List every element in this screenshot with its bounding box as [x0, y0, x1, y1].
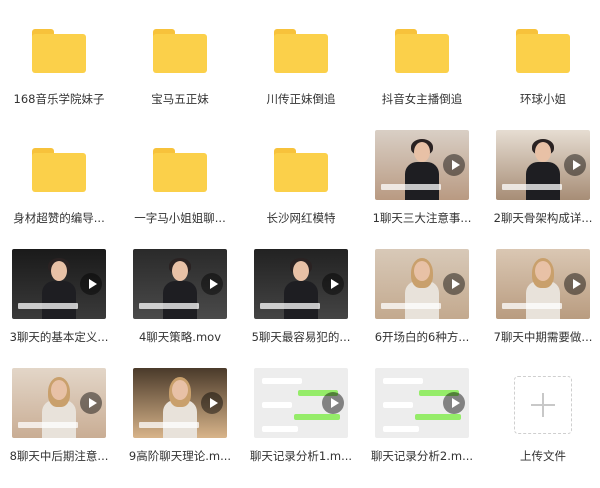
file-name: 2聊天骨架构成详...: [493, 211, 593, 225]
play-icon: [201, 273, 223, 295]
file-thumbnail: [371, 128, 473, 202]
play-icon: [564, 154, 586, 176]
video-thumbnail: [254, 249, 348, 319]
file-thumbnail: [371, 366, 473, 440]
file-name: 一字马小姐姐聊...: [134, 211, 226, 225]
play-icon: [564, 273, 586, 295]
play-icon: [80, 273, 102, 295]
file-item[interactable]: 6开场白的6种方...: [363, 238, 481, 356]
file-item[interactable]: 长沙网红模特: [242, 119, 360, 237]
file-thumbnail: [129, 366, 231, 440]
video-thumbnail: [375, 249, 469, 319]
file-thumbnail: [8, 366, 110, 440]
file-name: 168音乐学院妹子: [13, 92, 105, 106]
file-name: 9高阶聊天理论.m...: [128, 449, 232, 463]
folder-icon: [395, 29, 449, 73]
file-thumbnail: [492, 366, 594, 440]
file-thumbnail: [8, 128, 110, 202]
file-thumbnail: [129, 247, 231, 321]
file-name: 3聊天的基本定义...: [9, 330, 109, 344]
file-name: 5聊天最容易犯的...: [251, 330, 351, 344]
video-thumbnail: [133, 368, 227, 438]
video-thumbnail: [375, 130, 469, 200]
file-item[interactable]: 环球小姐: [484, 0, 600, 118]
play-icon: [80, 392, 102, 414]
file-item[interactable]: 5聊天最容易犯的...: [242, 238, 360, 356]
file-item[interactable]: 抖音女主播倒追: [363, 0, 481, 118]
chat-record-thumbnail: [375, 368, 469, 438]
file-thumbnail: [371, 9, 473, 83]
file-thumbnail: [250, 9, 352, 83]
file-thumbnail: [492, 128, 594, 202]
play-icon: [201, 392, 223, 414]
upload-label: 上传文件: [520, 449, 566, 463]
play-icon: [443, 392, 465, 414]
file-grid: 168音乐学院妹子 宝马五正妹 川传正妹倒追 抖音女主播倒追 环球小姐身材超赞的编导..…: [0, 0, 600, 488]
file-item[interactable]: 2聊天骨架构成详...: [484, 119, 600, 237]
video-thumbnail: [496, 130, 590, 200]
file-thumbnail: [250, 366, 352, 440]
upload-tile: [514, 376, 572, 434]
upload-file-button[interactable]: 上传文件: [484, 357, 600, 475]
folder-icon: [274, 29, 328, 73]
video-thumbnail: [12, 249, 106, 319]
chat-record-thumbnail: [254, 368, 348, 438]
file-thumbnail: [250, 128, 352, 202]
file-thumbnail: [250, 247, 352, 321]
file-thumbnail: [8, 247, 110, 321]
file-item[interactable]: 8聊天中后期注意...: [0, 357, 118, 475]
play-icon: [322, 273, 344, 295]
file-item[interactable]: 7聊天中期需要做...: [484, 238, 600, 356]
folder-icon: [153, 148, 207, 192]
plus-icon: [531, 393, 555, 417]
video-thumbnail: [496, 249, 590, 319]
file-item[interactable]: 1聊天三大注意事...: [363, 119, 481, 237]
file-item[interactable]: 川传正妹倒追: [242, 0, 360, 118]
file-name: 6开场白的6种方...: [374, 330, 470, 344]
file-thumbnail: [129, 128, 231, 202]
file-name: 8聊天中后期注意...: [9, 449, 109, 463]
file-name: 宝马五正妹: [151, 92, 209, 106]
file-thumbnail: [371, 247, 473, 321]
file-item[interactable]: 宝马五正妹: [121, 0, 239, 118]
folder-icon: [516, 29, 570, 73]
file-item[interactable]: 9高阶聊天理论.m...: [121, 357, 239, 475]
folder-icon: [153, 29, 207, 73]
file-item[interactable]: 聊天记录分析1.m...: [242, 357, 360, 475]
file-name: 4聊天策略.mov: [138, 330, 221, 344]
file-name: 川传正妹倒追: [266, 92, 336, 106]
video-thumbnail: [12, 368, 106, 438]
folder-icon: [32, 29, 86, 73]
file-name: 聊天记录分析1.m...: [249, 449, 353, 463]
file-item[interactable]: 一字马小姐姐聊...: [121, 119, 239, 237]
play-icon: [322, 392, 344, 414]
file-thumbnail: [8, 9, 110, 83]
file-name: 聊天记录分析2.m...: [370, 449, 474, 463]
file-thumbnail: [129, 9, 231, 83]
file-item[interactable]: 168音乐学院妹子: [0, 0, 118, 118]
video-thumbnail: [133, 249, 227, 319]
file-item[interactable]: 3聊天的基本定义...: [0, 238, 118, 356]
play-icon: [443, 154, 465, 176]
folder-icon: [274, 148, 328, 192]
file-name: 7聊天中期需要做...: [493, 330, 593, 344]
file-item[interactable]: 4聊天策略.mov: [121, 238, 239, 356]
file-name: 长沙网红模特: [266, 211, 336, 225]
folder-icon: [32, 148, 86, 192]
file-name: 1聊天三大注意事...: [372, 211, 472, 225]
file-name: 抖音女主播倒追: [381, 92, 463, 106]
file-item[interactable]: 聊天记录分析2.m...: [363, 357, 481, 475]
file-item[interactable]: 身材超赞的编导...: [0, 119, 118, 237]
play-icon: [443, 273, 465, 295]
file-name: 身材超赞的编导...: [13, 211, 105, 225]
file-thumbnail: [492, 9, 594, 83]
file-thumbnail: [492, 247, 594, 321]
file-name: 环球小姐: [520, 92, 566, 106]
